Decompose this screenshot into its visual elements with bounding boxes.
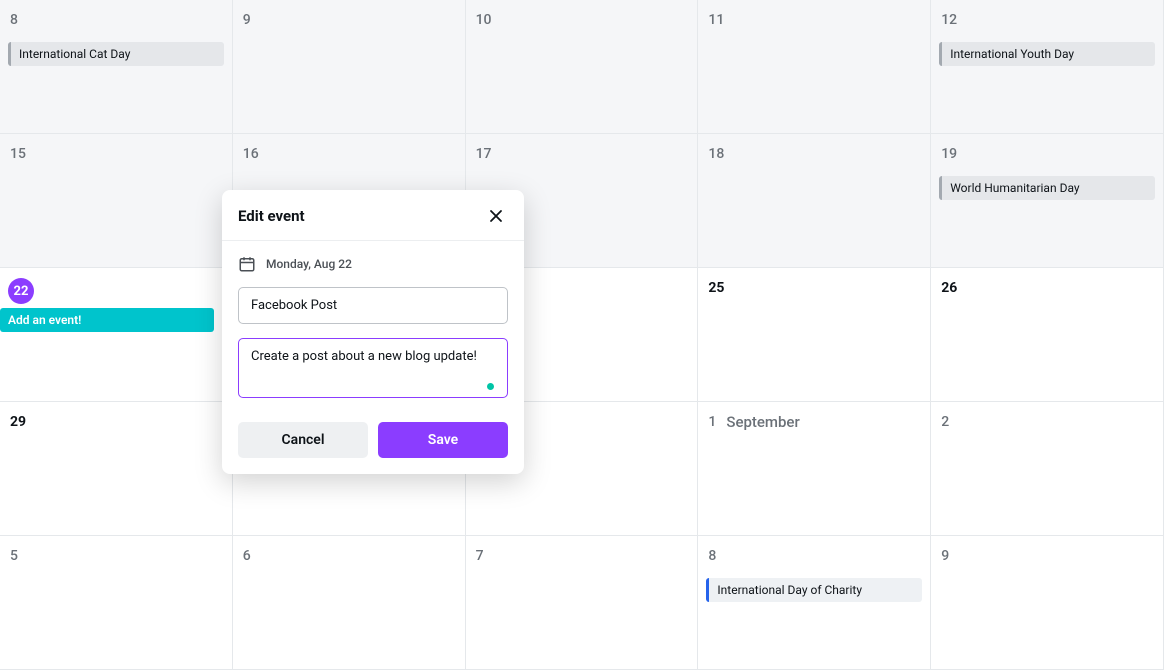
today-badge: 22 xyxy=(8,278,34,304)
day-number: 19 xyxy=(939,142,959,166)
calendar-cell[interactable]: 12 International Youth Day xyxy=(931,0,1164,134)
day-number: 29 xyxy=(8,410,28,434)
edit-event-popover: Edit event Monday, Aug 22 Cancel Save xyxy=(222,190,524,474)
day-number: 5 xyxy=(8,544,20,568)
save-button[interactable]: Save xyxy=(378,422,508,458)
calendar-cell[interactable]: 15 xyxy=(0,134,233,268)
day-number: 16 xyxy=(241,142,261,166)
close-icon xyxy=(488,208,504,224)
calendar-cell[interactable]: 26 xyxy=(931,268,1164,402)
event-description-input[interactable] xyxy=(238,338,508,398)
day-number: 7 xyxy=(474,544,486,568)
calendar-cell[interactable]: 2 xyxy=(931,402,1164,536)
calendar-cell[interactable]: 6 xyxy=(233,536,466,670)
day-number: 9 xyxy=(241,8,253,32)
calendar-cell[interactable]: 11 xyxy=(698,0,931,134)
month-label: September xyxy=(726,413,799,431)
calendar-cell[interactable]: 8 International Cat Day xyxy=(0,0,233,134)
calendar-cell[interactable]: 8 International Day of Charity xyxy=(698,536,931,670)
calendar-cell[interactable]: 19 World Humanitarian Day xyxy=(931,134,1164,268)
calendar-icon xyxy=(238,255,256,273)
calendar-cell[interactable]: 5 xyxy=(0,536,233,670)
day-number: 8 xyxy=(706,544,718,568)
calendar-cell[interactable]: 29 xyxy=(0,402,233,536)
event-date-text: Monday, Aug 22 xyxy=(266,257,352,271)
calendar-cell[interactable]: 1 September xyxy=(698,402,931,536)
day-number: 15 xyxy=(8,142,28,166)
day-number: 18 xyxy=(706,142,726,166)
calendar-event[interactable]: International Day of Charity xyxy=(706,578,922,602)
day-number: 11 xyxy=(706,8,726,32)
day-number: 1 xyxy=(706,410,718,434)
calendar-cell[interactable]: 9 xyxy=(233,0,466,134)
day-number: 26 xyxy=(939,276,959,300)
day-number: 25 xyxy=(706,276,726,300)
selection-indicator xyxy=(487,383,494,390)
add-event-bar[interactable]: Add an event! xyxy=(0,308,214,332)
calendar-event[interactable]: International Cat Day xyxy=(8,42,224,66)
calendar-event[interactable]: International Youth Day xyxy=(939,42,1155,66)
day-number: 8 xyxy=(8,8,20,32)
calendar-cell[interactable]: 25 xyxy=(698,268,931,402)
close-button[interactable] xyxy=(484,204,508,228)
day-number: 9 xyxy=(939,544,951,568)
day-number: 12 xyxy=(939,8,959,32)
day-number: 6 xyxy=(241,544,253,568)
event-name-input[interactable] xyxy=(238,287,508,324)
cancel-button[interactable]: Cancel xyxy=(238,422,368,458)
day-number: 2 xyxy=(939,410,951,434)
calendar-cell[interactable]: 18 xyxy=(698,134,931,268)
calendar-event[interactable]: World Humanitarian Day xyxy=(939,176,1155,200)
calendar-cell[interactable]: 10 xyxy=(466,0,699,134)
calendar-cell[interactable]: 9 xyxy=(931,536,1164,670)
day-number: 17 xyxy=(474,142,494,166)
calendar-cell[interactable]: 7 xyxy=(466,536,699,670)
day-number: 10 xyxy=(474,8,494,32)
popover-title: Edit event xyxy=(238,207,305,225)
calendar-cell[interactable]: 22 Add an event! xyxy=(0,268,233,402)
event-date-row[interactable]: Monday, Aug 22 xyxy=(238,255,508,273)
